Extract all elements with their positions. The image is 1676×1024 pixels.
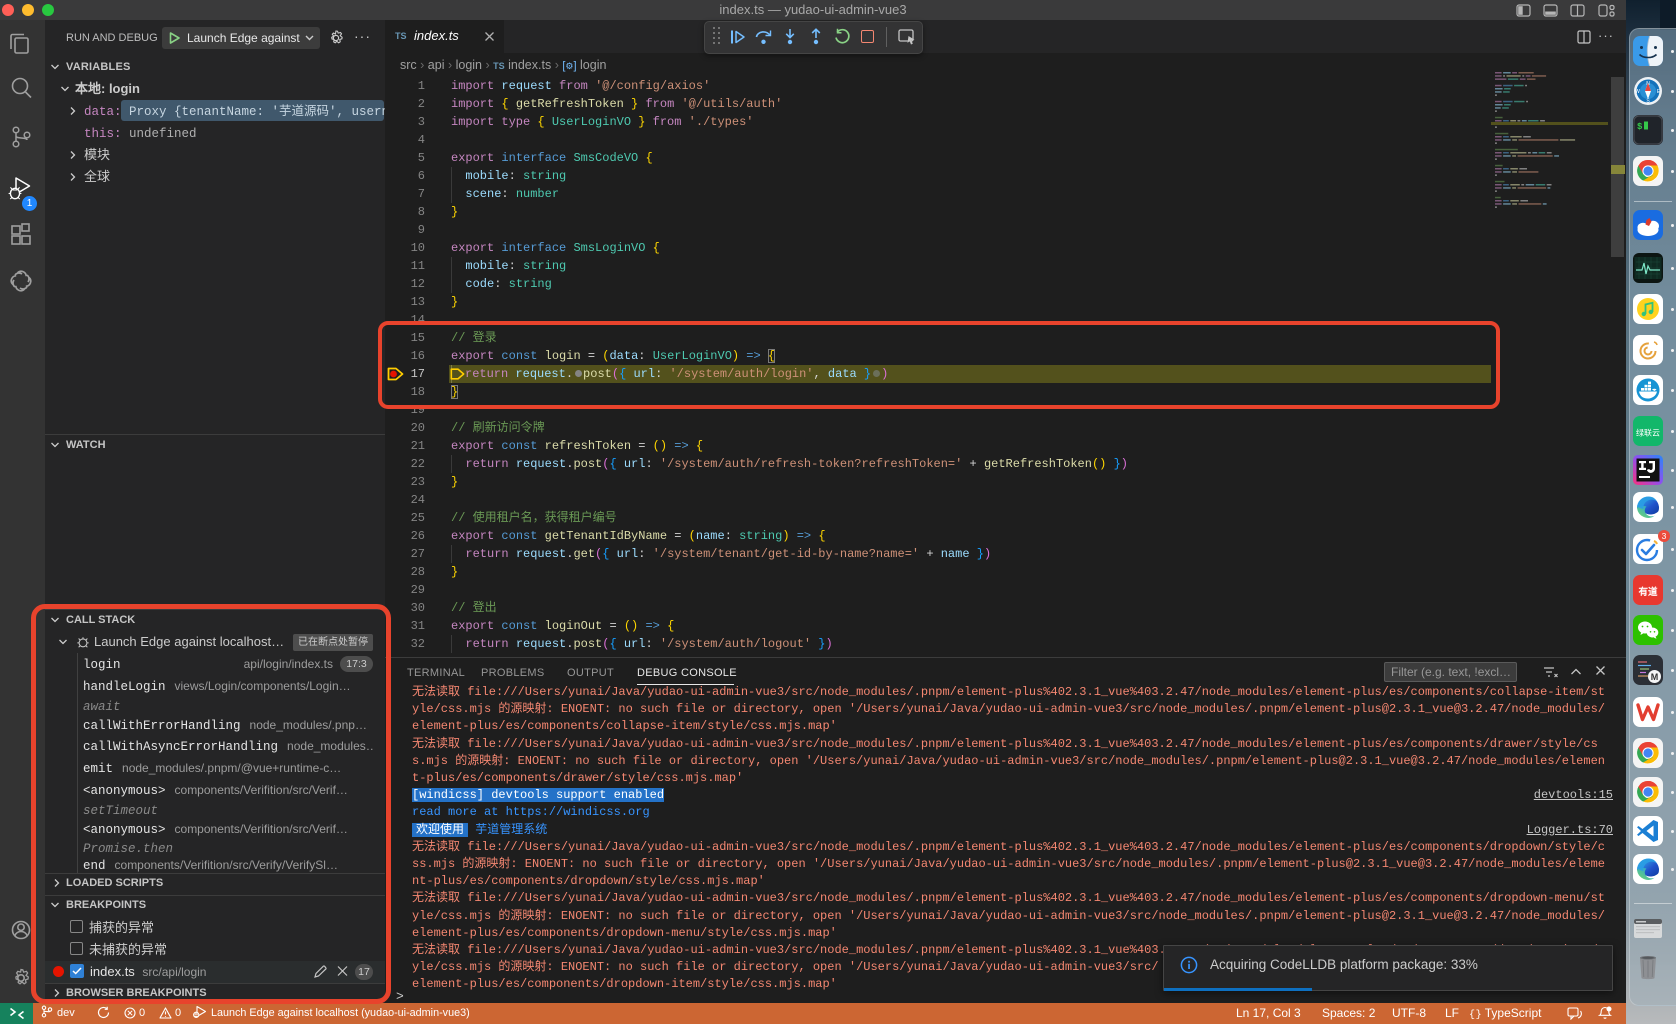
svg-text:M: M [1651, 672, 1659, 682]
svg-text:绿联云: 绿联云 [1636, 429, 1660, 438]
svg-text:W: W [1635, 89, 1640, 95]
svg-text:$: $ [1637, 122, 1643, 132]
svg-text:有道: 有道 [1638, 586, 1658, 598]
